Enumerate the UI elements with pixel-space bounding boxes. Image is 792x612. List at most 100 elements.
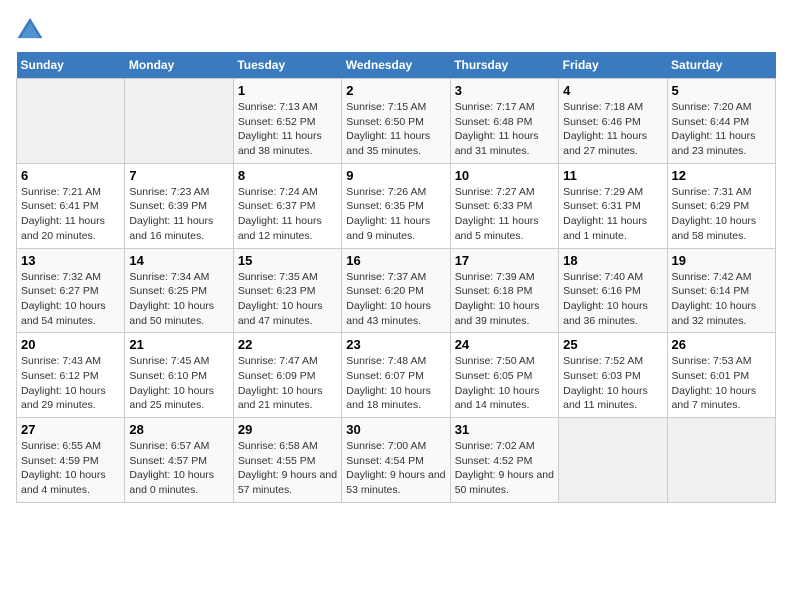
day-info: Sunrise: 7:20 AM Sunset: 6:44 PM Dayligh… (672, 100, 771, 159)
calendar-cell: 15 Sunrise: 7:35 AM Sunset: 6:23 PM Dayli… (233, 248, 341, 333)
calendar-cell: 11 Sunrise: 7:29 AM Sunset: 6:31 PM Dayli… (559, 163, 667, 248)
day-info: Sunrise: 7:15 AM Sunset: 6:50 PM Dayligh… (346, 100, 445, 159)
day-number: 30 (346, 422, 445, 437)
calendar-cell: 27 Sunrise: 6:55 AM Sunset: 4:59 PM Dayli… (17, 418, 125, 503)
day-info: Sunrise: 7:29 AM Sunset: 6:31 PM Dayligh… (563, 185, 662, 244)
day-number: 6 (21, 168, 120, 183)
day-number: 27 (21, 422, 120, 437)
day-info: Sunrise: 7:40 AM Sunset: 6:16 PM Dayligh… (563, 270, 662, 329)
day-number: 23 (346, 337, 445, 352)
calendar-cell: 14 Sunrise: 7:34 AM Sunset: 6:25 PM Dayli… (125, 248, 233, 333)
day-number: 15 (238, 253, 337, 268)
logo (16, 16, 48, 40)
day-info: Sunrise: 7:13 AM Sunset: 6:52 PM Dayligh… (238, 100, 337, 159)
calendar-cell: 25 Sunrise: 7:52 AM Sunset: 6:03 PM Dayli… (559, 333, 667, 418)
calendar-cell (125, 79, 233, 164)
calendar-week-row: 27 Sunrise: 6:55 AM Sunset: 4:59 PM Dayli… (17, 418, 776, 503)
day-number: 14 (129, 253, 228, 268)
day-info: Sunrise: 7:45 AM Sunset: 6:10 PM Dayligh… (129, 354, 228, 413)
day-number: 28 (129, 422, 228, 437)
day-number: 24 (455, 337, 554, 352)
day-number: 22 (238, 337, 337, 352)
day-info: Sunrise: 6:55 AM Sunset: 4:59 PM Dayligh… (21, 439, 120, 498)
day-info: Sunrise: 7:31 AM Sunset: 6:29 PM Dayligh… (672, 185, 771, 244)
day-number: 18 (563, 253, 662, 268)
day-number: 4 (563, 83, 662, 98)
day-info: Sunrise: 7:32 AM Sunset: 6:27 PM Dayligh… (21, 270, 120, 329)
day-info: Sunrise: 7:48 AM Sunset: 6:07 PM Dayligh… (346, 354, 445, 413)
day-number: 17 (455, 253, 554, 268)
day-number: 29 (238, 422, 337, 437)
calendar-cell: 20 Sunrise: 7:43 AM Sunset: 6:12 PM Dayli… (17, 333, 125, 418)
day-number: 8 (238, 168, 337, 183)
calendar-cell: 10 Sunrise: 7:27 AM Sunset: 6:33 PM Dayli… (450, 163, 558, 248)
calendar-cell: 13 Sunrise: 7:32 AM Sunset: 6:27 PM Dayli… (17, 248, 125, 333)
calendar-cell: 28 Sunrise: 6:57 AM Sunset: 4:57 PM Dayli… (125, 418, 233, 503)
day-number: 26 (672, 337, 771, 352)
day-number: 7 (129, 168, 228, 183)
day-number: 5 (672, 83, 771, 98)
day-of-week-header: Monday (125, 52, 233, 79)
day-info: Sunrise: 7:27 AM Sunset: 6:33 PM Dayligh… (455, 185, 554, 244)
day-number: 31 (455, 422, 554, 437)
day-info: Sunrise: 6:57 AM Sunset: 4:57 PM Dayligh… (129, 439, 228, 498)
day-info: Sunrise: 7:26 AM Sunset: 6:35 PM Dayligh… (346, 185, 445, 244)
day-number: 1 (238, 83, 337, 98)
calendar-cell (17, 79, 125, 164)
calendar-cell: 2 Sunrise: 7:15 AM Sunset: 6:50 PM Daylig… (342, 79, 450, 164)
day-number: 12 (672, 168, 771, 183)
days-header-row: SundayMondayTuesdayWednesdayThursdayFrid… (17, 52, 776, 79)
day-info: Sunrise: 7:43 AM Sunset: 6:12 PM Dayligh… (21, 354, 120, 413)
day-number: 9 (346, 168, 445, 183)
day-of-week-header: Wednesday (342, 52, 450, 79)
calendar-cell: 17 Sunrise: 7:39 AM Sunset: 6:18 PM Dayli… (450, 248, 558, 333)
day-number: 21 (129, 337, 228, 352)
day-info: Sunrise: 7:42 AM Sunset: 6:14 PM Dayligh… (672, 270, 771, 329)
day-of-week-header: Saturday (667, 52, 775, 79)
day-number: 25 (563, 337, 662, 352)
day-info: Sunrise: 7:21 AM Sunset: 6:41 PM Dayligh… (21, 185, 120, 244)
calendar-table: SundayMondayTuesdayWednesdayThursdayFrid… (16, 52, 776, 503)
calendar-cell: 9 Sunrise: 7:26 AM Sunset: 6:35 PM Daylig… (342, 163, 450, 248)
header (16, 16, 776, 40)
day-info: Sunrise: 7:24 AM Sunset: 6:37 PM Dayligh… (238, 185, 337, 244)
calendar-week-row: 13 Sunrise: 7:32 AM Sunset: 6:27 PM Dayli… (17, 248, 776, 333)
calendar-week-row: 6 Sunrise: 7:21 AM Sunset: 6:41 PM Daylig… (17, 163, 776, 248)
day-info: Sunrise: 7:35 AM Sunset: 6:23 PM Dayligh… (238, 270, 337, 329)
day-info: Sunrise: 7:52 AM Sunset: 6:03 PM Dayligh… (563, 354, 662, 413)
day-info: Sunrise: 7:17 AM Sunset: 6:48 PM Dayligh… (455, 100, 554, 159)
calendar-cell: 29 Sunrise: 6:58 AM Sunset: 4:55 PM Dayli… (233, 418, 341, 503)
calendar-cell: 30 Sunrise: 7:00 AM Sunset: 4:54 PM Dayli… (342, 418, 450, 503)
day-number: 10 (455, 168, 554, 183)
calendar-cell: 1 Sunrise: 7:13 AM Sunset: 6:52 PM Daylig… (233, 79, 341, 164)
calendar-cell: 3 Sunrise: 7:17 AM Sunset: 6:48 PM Daylig… (450, 79, 558, 164)
calendar-cell: 4Sunrise: 7:18 AM Sunset: 6:46 PM Daylig… (559, 79, 667, 164)
day-number: 20 (21, 337, 120, 352)
logo-icon (16, 16, 44, 40)
day-info: Sunrise: 7:02 AM Sunset: 4:52 PM Dayligh… (455, 439, 554, 498)
calendar-cell: 12 Sunrise: 7:31 AM Sunset: 6:29 PM Dayli… (667, 163, 775, 248)
day-info: Sunrise: 7:50 AM Sunset: 6:05 PM Dayligh… (455, 354, 554, 413)
day-info: Sunrise: 7:34 AM Sunset: 6:25 PM Dayligh… (129, 270, 228, 329)
day-number: 3 (455, 83, 554, 98)
calendar-cell: 18 Sunrise: 7:40 AM Sunset: 6:16 PM Dayli… (559, 248, 667, 333)
day-info: Sunrise: 7:47 AM Sunset: 6:09 PM Dayligh… (238, 354, 337, 413)
day-info: Sunrise: 7:23 AM Sunset: 6:39 PM Dayligh… (129, 185, 228, 244)
day-info: Sunrise: 7:39 AM Sunset: 6:18 PM Dayligh… (455, 270, 554, 329)
day-number: 2 (346, 83, 445, 98)
day-info: Sunrise: 6:58 AM Sunset: 4:55 PM Dayligh… (238, 439, 337, 498)
day-info: Sunrise: 7:00 AM Sunset: 4:54 PM Dayligh… (346, 439, 445, 498)
day-number: 16 (346, 253, 445, 268)
day-number: 11 (563, 168, 662, 183)
calendar-cell: 21 Sunrise: 7:45 AM Sunset: 6:10 PM Dayli… (125, 333, 233, 418)
calendar-cell (559, 418, 667, 503)
day-number: 13 (21, 253, 120, 268)
calendar-cell: 6 Sunrise: 7:21 AM Sunset: 6:41 PM Daylig… (17, 163, 125, 248)
calendar-cell: 22 Sunrise: 7:47 AM Sunset: 6:09 PM Dayli… (233, 333, 341, 418)
day-info: Sunrise: 7:37 AM Sunset: 6:20 PM Dayligh… (346, 270, 445, 329)
calendar-cell (667, 418, 775, 503)
calendar-cell: 7 Sunrise: 7:23 AM Sunset: 6:39 PM Daylig… (125, 163, 233, 248)
calendar-cell: 24 Sunrise: 7:50 AM Sunset: 6:05 PM Dayli… (450, 333, 558, 418)
day-of-week-header: Sunday (17, 52, 125, 79)
day-of-week-header: Tuesday (233, 52, 341, 79)
